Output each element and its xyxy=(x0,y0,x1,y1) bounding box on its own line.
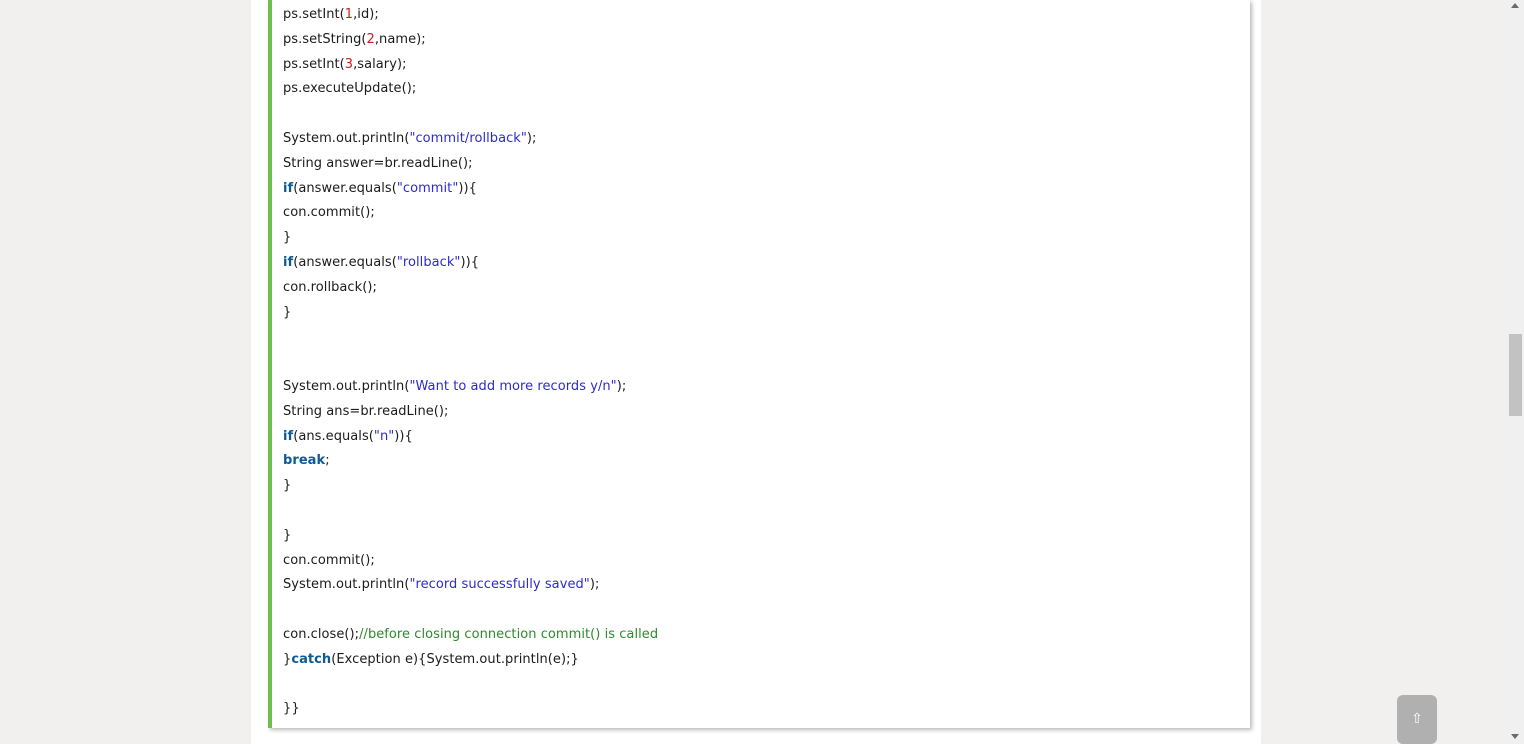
code-token-num: 3 xyxy=(344,56,354,72)
scroll-down-arrow-icon[interactable] xyxy=(1511,734,1519,739)
code-token: } xyxy=(283,478,292,494)
code-line: String answer=br.readLine(); xyxy=(283,152,658,177)
code-token: String ans=br.readLine(); xyxy=(283,403,449,419)
code-token: ); xyxy=(589,577,600,593)
code-token: ps.setString( xyxy=(283,31,367,47)
code-token: ,name); xyxy=(374,31,426,47)
code-line: break; xyxy=(283,449,658,474)
code-line: } xyxy=(283,524,658,549)
code-token: ps.setInt( xyxy=(283,56,345,72)
code-line: con.commit(); xyxy=(283,549,658,574)
code-token-com: //before closing connection commit() is … xyxy=(359,626,659,642)
back-to-top-button[interactable]: ⇧ xyxy=(1397,695,1437,744)
code-line: if(answer.equals("commit")){ xyxy=(283,177,658,202)
code-line: }} xyxy=(283,697,658,722)
code-token: ps.setInt( xyxy=(283,7,345,22)
code-token: } xyxy=(283,527,292,543)
code-line: con.rollback(); xyxy=(283,276,658,301)
code-token: ); xyxy=(616,378,627,394)
code-token-str: "Want to add more records y/n" xyxy=(409,378,617,394)
code-line: } xyxy=(283,474,658,499)
code-token: (answer.equals( xyxy=(293,254,397,270)
code-listing: ps.setInt(1,id); ps.setString(2,name); ps.… xyxy=(283,3,658,722)
code-token: ; xyxy=(325,453,330,469)
code-token: ,salary); xyxy=(353,56,407,72)
code-token-str: "commit" xyxy=(396,180,459,196)
code-token: } xyxy=(283,304,292,320)
scroll-up-arrow-icon[interactable] xyxy=(1511,3,1519,8)
code-token: System.out.println( xyxy=(283,378,410,394)
code-token: (answer.equals( xyxy=(293,180,397,196)
code-token-str: "n" xyxy=(373,428,395,444)
code-line: } xyxy=(283,226,658,251)
code-token: con.close(); xyxy=(283,626,360,642)
code-token: con.commit(); xyxy=(283,552,375,568)
code-line: con.close();//before closing connection … xyxy=(283,623,658,648)
code-token-kw: if xyxy=(283,428,294,444)
code-token: )){ xyxy=(394,428,413,444)
code-token: (Exception e){System.out.println(e);} xyxy=(331,651,579,667)
code-line: System.out.println("commit/rollback"); xyxy=(283,127,658,152)
code-token: String answer=br.readLine(); xyxy=(283,155,473,171)
code-token: con.commit(); xyxy=(283,205,375,221)
code-line: con.commit(); xyxy=(283,201,658,226)
code-token: )){ xyxy=(458,180,477,196)
code-line: if(answer.equals("rollback")){ xyxy=(283,251,658,276)
code-line: if(ans.equals("n")){ xyxy=(283,425,658,450)
code-token: System.out.println( xyxy=(283,577,410,593)
code-token-kw: if xyxy=(283,254,294,270)
code-token: }} xyxy=(283,701,300,717)
code-line: System.out.println("Want to add more rec… xyxy=(283,375,658,400)
code-token: ); xyxy=(526,130,537,146)
code-token-str: "commit/rollback" xyxy=(409,130,527,146)
code-token-kw: if xyxy=(283,180,294,196)
code-token: )){ xyxy=(460,254,480,270)
code-line: ps.executeUpdate(); xyxy=(283,77,658,102)
code-line: ps.setInt(1,id); xyxy=(283,3,658,28)
code-token-num: 2 xyxy=(366,31,375,47)
code-token: (ans.equals( xyxy=(293,428,374,444)
code-token: System.out.println( xyxy=(283,130,410,146)
code-line: } xyxy=(283,301,658,326)
code-token: ps.executeUpdate(); xyxy=(283,81,417,97)
code-line: }catch(Exception e){System.out.println(e… xyxy=(283,648,658,673)
code-line: ps.setInt(3,salary); xyxy=(283,53,658,78)
code-token-str: "record successfully saved" xyxy=(409,577,590,593)
code-line: ps.setString(2,name); xyxy=(283,28,658,53)
code-token-kw: break xyxy=(283,453,326,469)
code-line: System.out.println("record successfully … xyxy=(283,573,658,598)
code-token-kw: catch xyxy=(291,651,332,667)
code-token-num: 1 xyxy=(344,7,354,22)
code-token: con.rollback(); xyxy=(283,279,377,295)
code-token: } xyxy=(283,230,292,246)
scrollbar-thumb[interactable] xyxy=(1509,334,1522,416)
code-token-str: "rollback" xyxy=(396,254,461,270)
code-line: String ans=br.readLine(); xyxy=(283,400,658,425)
code-token: ,id); xyxy=(353,7,379,22)
